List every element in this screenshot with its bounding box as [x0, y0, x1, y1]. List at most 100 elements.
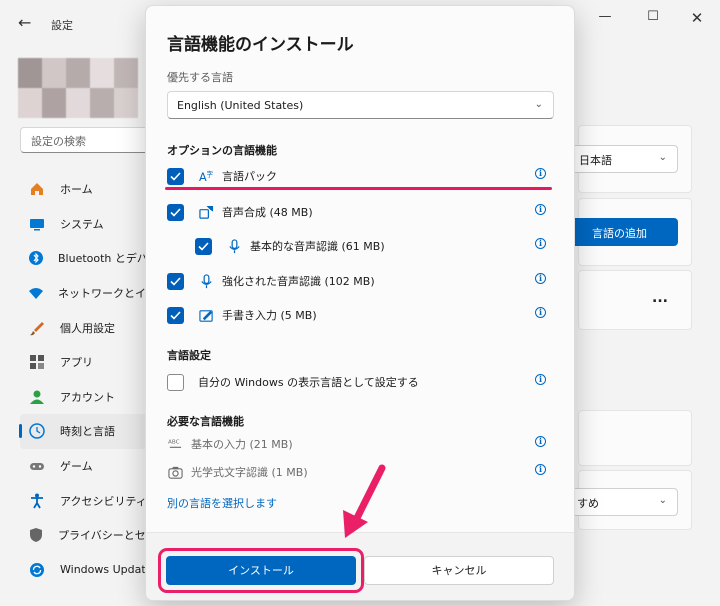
- preferred-language-select[interactable]: English (United States) ⌄: [167, 91, 554, 119]
- sidebar-item-label: ホーム: [60, 183, 93, 197]
- svg-text:ABC: ABC: [168, 439, 180, 445]
- sidebar-item-label: ゲーム: [60, 460, 93, 474]
- chevron-down-icon: ⌄: [658, 495, 667, 506]
- choose-other-language-link[interactable]: 別の言語を選択します: [167, 495, 277, 511]
- more-options-button[interactable]: ...: [652, 290, 668, 306]
- info-icon[interactable]: i: [535, 436, 546, 447]
- select-value: English (United States): [177, 99, 304, 112]
- sidebar-item-accessibility[interactable]: アクセシビリティ: [20, 483, 150, 518]
- clock-globe-icon: [28, 422, 46, 440]
- info-icon[interactable]: i: [535, 374, 546, 385]
- language-entry-card: [578, 270, 692, 330]
- cancel-button[interactable]: キャンセル: [364, 556, 554, 585]
- feature-label: 音声合成 (48 MB): [222, 206, 313, 219]
- microphone-icon: [226, 238, 242, 254]
- feature-row-language-pack[interactable]: A字 言語パック i: [167, 165, 554, 187]
- sidebar-nav: ホーム システム Bluetooth とデバイ ネットワークとインタ 個人用設定: [19, 172, 168, 588]
- chevron-down-icon: ⌄: [658, 152, 667, 163]
- svg-text:字: 字: [206, 169, 213, 178]
- system-icon: [28, 215, 46, 233]
- sidebar-item-bluetooth[interactable]: Bluetooth とデバイ: [20, 241, 159, 276]
- sidebar-item-label: Bluetooth とデバイ: [58, 252, 159, 266]
- install-language-features-dialog: 言語機能のインストール 優先する言語 English (United State…: [145, 5, 575, 601]
- annotation-highlight-box: [158, 548, 364, 593]
- minimize-button[interactable]: —: [590, 9, 620, 24]
- required-feature-row-ocr: 光学式文字認識 (1 MB) i: [167, 461, 554, 483]
- select-value: 日本語: [579, 154, 612, 167]
- add-language-button[interactable]: 言語の追加: [570, 218, 678, 246]
- feature-row-basic-speech-recognition[interactable]: 基本的な音声認識 (61 MB) i: [195, 235, 554, 257]
- option-label: 自分の Windows の表示言語として設定する: [198, 376, 419, 389]
- display-language-option-row[interactable]: 自分の Windows の表示言語として設定する i: [167, 371, 554, 393]
- feature-label: 強化された音声認識 (102 MB): [222, 275, 375, 288]
- checkbox-checked[interactable]: [167, 272, 184, 290]
- close-button[interactable]: ✕: [682, 9, 712, 27]
- feature-label: 言語パック: [222, 170, 277, 183]
- back-button[interactable]: ←: [18, 13, 31, 32]
- sidebar-item-system[interactable]: システム: [20, 207, 150, 242]
- optional-features-heading: オプションの言語機能: [167, 144, 277, 157]
- sidebar-item-network[interactable]: ネットワークとインタ: [20, 276, 168, 311]
- search-input[interactable]: 設定の検索: [20, 127, 150, 153]
- sidebar-item-apps[interactable]: アプリ: [20, 345, 150, 380]
- account-icon: [28, 388, 46, 406]
- feature-label: 基本的な音声認識 (61 MB): [250, 240, 385, 253]
- feature-row-handwriting[interactable]: 手書き入力 (5 MB) i: [167, 304, 554, 326]
- info-icon[interactable]: i: [535, 204, 546, 215]
- camera-icon: [167, 464, 183, 480]
- accessibility-icon: [28, 492, 46, 510]
- info-icon[interactable]: i: [535, 307, 546, 318]
- sidebar-item-gaming[interactable]: ゲーム: [20, 449, 150, 484]
- dialog-title: 言語機能のインストール: [167, 35, 354, 55]
- update-icon: [28, 561, 46, 579]
- info-icon[interactable]: i: [535, 168, 546, 179]
- sidebar-item-label: アカウント: [60, 390, 115, 404]
- sidebar-item-label: Windows Updat: [60, 563, 146, 577]
- bluetooth-icon: [28, 249, 44, 267]
- feature-label: 基本の入力 (21 MB): [191, 438, 293, 451]
- checkbox-checked[interactable]: [167, 203, 184, 221]
- handwriting-icon: [198, 307, 214, 323]
- avatar: [18, 58, 138, 118]
- feature-row-speech-synthesis[interactable]: 音声合成 (48 MB) i: [167, 201, 554, 223]
- required-feature-row-basic-typing: ABC 基本の入力 (21 MB) i: [167, 433, 554, 455]
- sidebar-item-accounts[interactable]: アカウント: [20, 380, 150, 415]
- sidebar-item-personalization[interactable]: 個人用設定: [20, 310, 150, 345]
- app-title: 設定: [51, 19, 73, 32]
- brush-icon: [28, 319, 46, 337]
- home-icon: [28, 180, 46, 198]
- required-features-heading: 必要な言語機能: [167, 415, 244, 428]
- checkbox-checked[interactable]: [167, 167, 184, 185]
- shield-icon: [28, 526, 44, 544]
- language-pack-icon: A字: [198, 168, 214, 184]
- info-icon[interactable]: i: [535, 238, 546, 249]
- feature-row-enhanced-speech-recognition[interactable]: 強化された音声認識 (102 MB) i: [167, 270, 554, 292]
- keyboard-select[interactable]: すめ ⌄: [570, 488, 678, 516]
- checkbox-checked[interactable]: [195, 237, 212, 255]
- sidebar-item-home[interactable]: ホーム: [20, 172, 150, 207]
- checkbox-unchecked[interactable]: [167, 373, 184, 391]
- preferred-language-label: 優先する言語: [167, 71, 233, 84]
- apps-icon: [28, 353, 46, 371]
- checkbox-checked[interactable]: [167, 306, 184, 324]
- abc-icon: ABC: [167, 436, 183, 452]
- select-value: すめ: [577, 497, 599, 510]
- dialog-footer: インストール キャンセル: [146, 532, 574, 600]
- windows-display-language-select[interactable]: 日本語 ⌄: [570, 145, 678, 173]
- chevron-down-icon: ⌄: [534, 99, 543, 110]
- info-icon[interactable]: i: [535, 273, 546, 284]
- maximize-button[interactable]: ☐: [638, 9, 668, 24]
- sidebar-item-time-language[interactable]: 時刻と言語: [19, 414, 150, 449]
- sidebar-item-windows-update[interactable]: Windows Updat: [20, 553, 150, 588]
- sidebar-item-label: システム: [60, 217, 104, 231]
- wifi-icon: [28, 284, 44, 302]
- feature-label: 手書き入力 (5 MB): [222, 309, 317, 322]
- sidebar-item-label: アクセシビリティ: [60, 494, 147, 508]
- speech-synthesis-icon: [198, 204, 214, 220]
- sidebar-item-privacy[interactable]: プライバシーとセキュ: [20, 518, 168, 553]
- region-card: [578, 410, 692, 466]
- info-icon[interactable]: i: [535, 464, 546, 475]
- sidebar-item-label: 個人用設定: [60, 321, 115, 335]
- gamepad-icon: [28, 457, 46, 475]
- sidebar-item-label: 時刻と言語: [60, 425, 115, 439]
